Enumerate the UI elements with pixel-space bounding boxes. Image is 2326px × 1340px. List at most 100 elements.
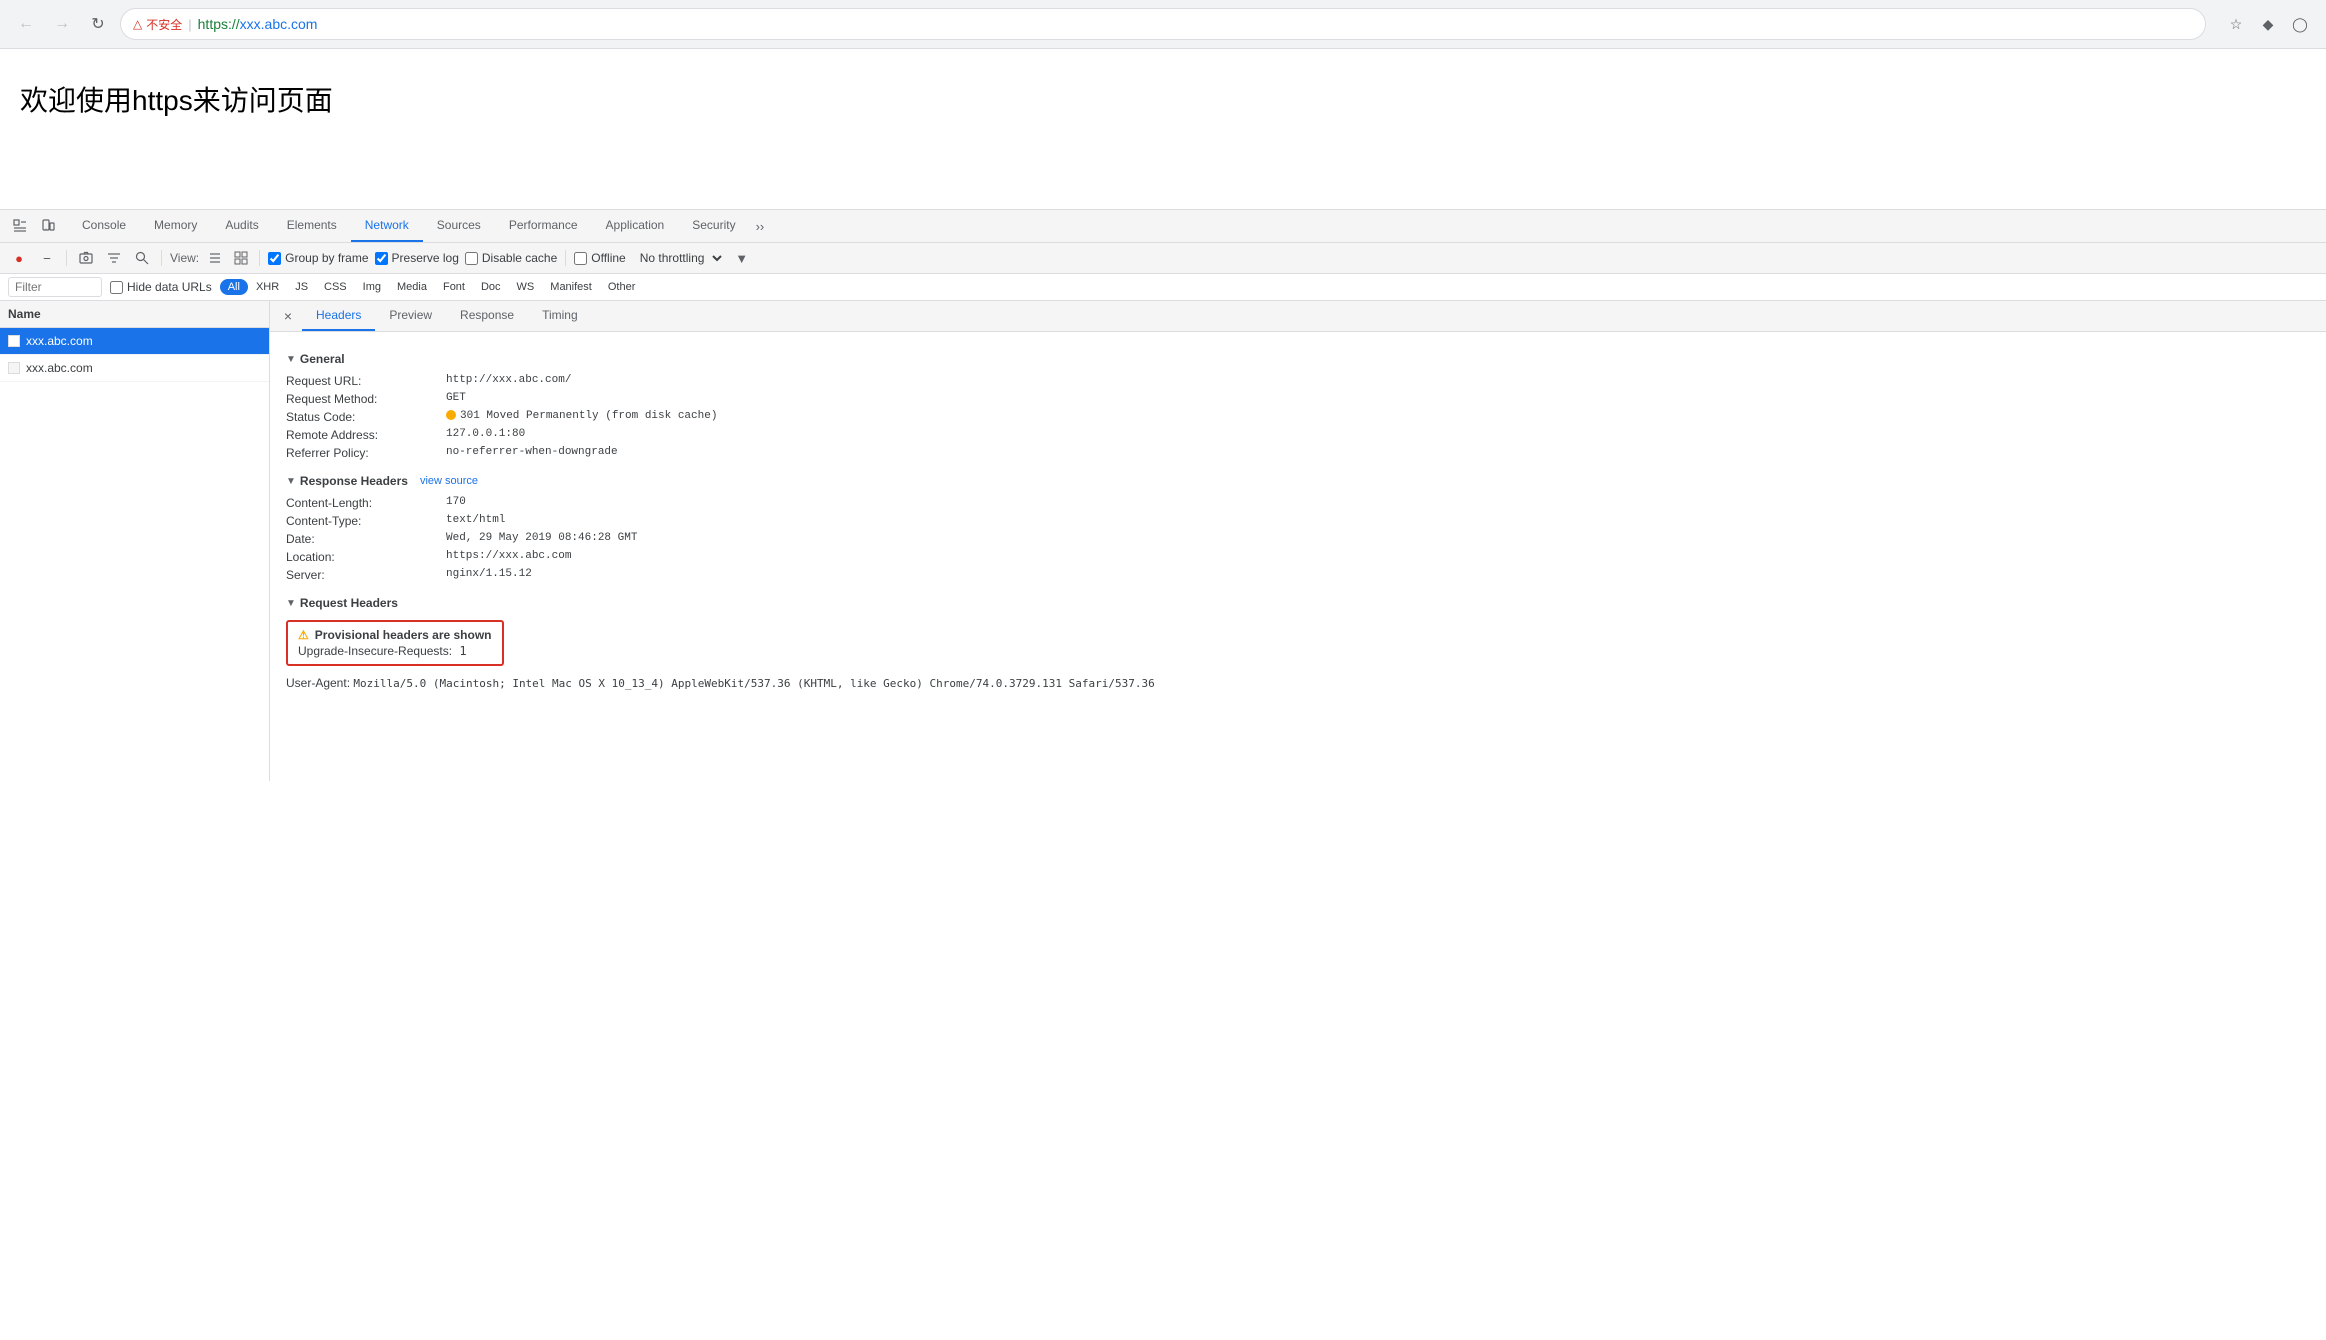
filter-js-button[interactable]: JS (287, 279, 316, 295)
server-label: Server: (286, 568, 446, 582)
tab-audits[interactable]: Audits (211, 210, 272, 242)
tab-security[interactable]: Security (678, 210, 749, 242)
security-warning: △ 不安全 (133, 16, 182, 33)
reload-button[interactable]: ↻ (84, 10, 112, 38)
offline-label[interactable]: Offline (574, 251, 625, 265)
disable-cache-checkbox[interactable] (465, 252, 478, 265)
filter-other-button[interactable]: Other (600, 279, 644, 295)
request-icon-0 (8, 335, 20, 347)
filter-input[interactable] (15, 280, 95, 294)
status-code-label: Status Code: (286, 410, 446, 424)
tab-sources[interactable]: Sources (423, 210, 495, 242)
group-by-frame-label[interactable]: Group by frame (268, 251, 368, 265)
content-length-row: Content-Length: 170 (286, 494, 2310, 512)
user-agent-value: Mozilla/5.0 (Macintosh; Intel Mac OS X 1… (353, 677, 1154, 690)
view-grid-button[interactable] (231, 248, 251, 268)
filter-font-button[interactable]: Font (435, 279, 473, 295)
url-domain: xxx.abc.com (240, 16, 318, 32)
throttle-dropdown-button[interactable]: ▼ (731, 247, 753, 269)
network-toolbar: ● ⎯ View: (0, 243, 2326, 274)
response-headers-title: Response Headers (300, 474, 408, 488)
details-close-button[interactable]: × (278, 306, 298, 326)
inspect-element-button[interactable] (8, 214, 32, 238)
filter-doc-button[interactable]: Doc (473, 279, 509, 295)
tab-network[interactable]: Network (351, 210, 423, 242)
date-row: Date: Wed, 29 May 2019 08:46:28 GMT (286, 530, 2310, 548)
tab-memory[interactable]: Memory (140, 210, 211, 242)
devtools-panel: Console Memory Audits Elements Network S… (0, 209, 2326, 781)
response-headers-triangle-icon: ▼ (286, 476, 296, 487)
url-https: https:// (198, 16, 240, 32)
user-agent-label: User-Agent: (286, 676, 350, 690)
address-bar[interactable]: △ 不安全 | https://xxx.abc.com (120, 8, 2206, 40)
filter-xhr-button[interactable]: XHR (248, 279, 287, 295)
filter-ws-button[interactable]: WS (509, 279, 543, 295)
back-button[interactable]: ← (12, 10, 40, 38)
view-label: View: (170, 251, 199, 265)
devtools-icons (8, 214, 60, 238)
content-type-row: Content-Type: text/html (286, 512, 2310, 530)
general-section-header[interactable]: ▼ General (286, 352, 2310, 366)
details-panel: × Headers Preview Response Timing ▼ Gene… (270, 301, 2326, 781)
upgrade-insecure-label: Upgrade-Insecure-Requests: (298, 644, 452, 658)
detail-tab-headers[interactable]: Headers (302, 301, 375, 331)
tab-performance[interactable]: Performance (495, 210, 592, 242)
separator: | (188, 17, 191, 32)
user-agent-row: User-Agent: Mozilla/5.0 (Macintosh; Inte… (286, 674, 1186, 692)
toolbar-divider-1 (66, 250, 67, 266)
tab-elements[interactable]: Elements (273, 210, 351, 242)
extensions-button[interactable]: ◆ (2254, 10, 2282, 38)
filter-bar: Hide data URLs All XHR JS CSS Img Media … (0, 274, 2326, 301)
detail-tab-timing[interactable]: Timing (528, 301, 592, 331)
hide-data-urls-label[interactable]: Hide data URLs (110, 280, 212, 294)
filter-button[interactable] (103, 247, 125, 269)
tab-console[interactable]: Console (68, 210, 140, 242)
preserve-log-label[interactable]: Preserve log (375, 251, 459, 265)
response-headers-section-header[interactable]: ▼ Response Headers view source (286, 474, 2310, 488)
content-type-label: Content-Type: (286, 514, 446, 528)
tab-more[interactable]: ›› (750, 211, 771, 242)
date-label: Date: (286, 532, 446, 546)
status-code-row: Status Code: 301 Moved Permanently (from… (286, 408, 2310, 426)
group-by-frame-checkbox[interactable] (268, 252, 281, 265)
forward-button[interactable]: → (48, 10, 76, 38)
detail-tab-response[interactable]: Response (446, 301, 528, 331)
request-headers-section-header[interactable]: ▼ Request Headers (286, 596, 2310, 610)
profile-button[interactable]: ◯ (2286, 10, 2314, 38)
provisional-warning-box: ⚠ Provisional headers are shown Upgrade-… (286, 620, 504, 666)
status-dot (446, 410, 456, 420)
bookmark-button[interactable]: ☆ (2222, 10, 2250, 38)
upgrade-insecure-row: Upgrade-Insecure-Requests: 1 (298, 644, 492, 658)
clear-button[interactable]: ⎯ (36, 247, 58, 269)
request-headers-triangle-icon: ▼ (286, 598, 296, 609)
preserve-log-checkbox[interactable] (375, 252, 388, 265)
date-value: Wed, 29 May 2019 08:46:28 GMT (446, 532, 637, 546)
tab-application[interactable]: Application (592, 210, 679, 242)
record-button[interactable]: ● (8, 247, 30, 269)
view-list-button[interactable] (205, 248, 225, 268)
filter-media-button[interactable]: Media (389, 279, 435, 295)
hide-data-urls-checkbox[interactable] (110, 281, 123, 294)
filter-img-button[interactable]: Img (355, 279, 389, 295)
remote-address-label: Remote Address: (286, 428, 446, 442)
request-item-0[interactable]: xxx.abc.com (0, 328, 269, 355)
toolbar-divider-2 (161, 250, 162, 266)
request-item-1[interactable]: xxx.abc.com (0, 355, 269, 382)
filter-all-button[interactable]: All (220, 279, 248, 295)
content-type-value: text/html (446, 514, 505, 528)
request-name-0: xxx.abc.com (26, 334, 93, 348)
request-method-value: GET (446, 392, 466, 406)
device-mode-button[interactable] (36, 214, 60, 238)
filter-manifest-button[interactable]: Manifest (542, 279, 600, 295)
disable-cache-label[interactable]: Disable cache (465, 251, 557, 265)
location-value: https://xxx.abc.com (446, 550, 571, 564)
general-section-title: General (300, 352, 345, 366)
search-button[interactable] (131, 247, 153, 269)
view-source-link[interactable]: view source (420, 475, 478, 487)
detail-tab-preview[interactable]: Preview (375, 301, 446, 331)
filter-css-button[interactable]: CSS (316, 279, 355, 295)
throttle-select[interactable]: No throttling (632, 248, 725, 268)
screenshot-button[interactable] (75, 247, 97, 269)
location-row: Location: https://xxx.abc.com (286, 548, 2310, 566)
offline-checkbox[interactable] (574, 252, 587, 265)
